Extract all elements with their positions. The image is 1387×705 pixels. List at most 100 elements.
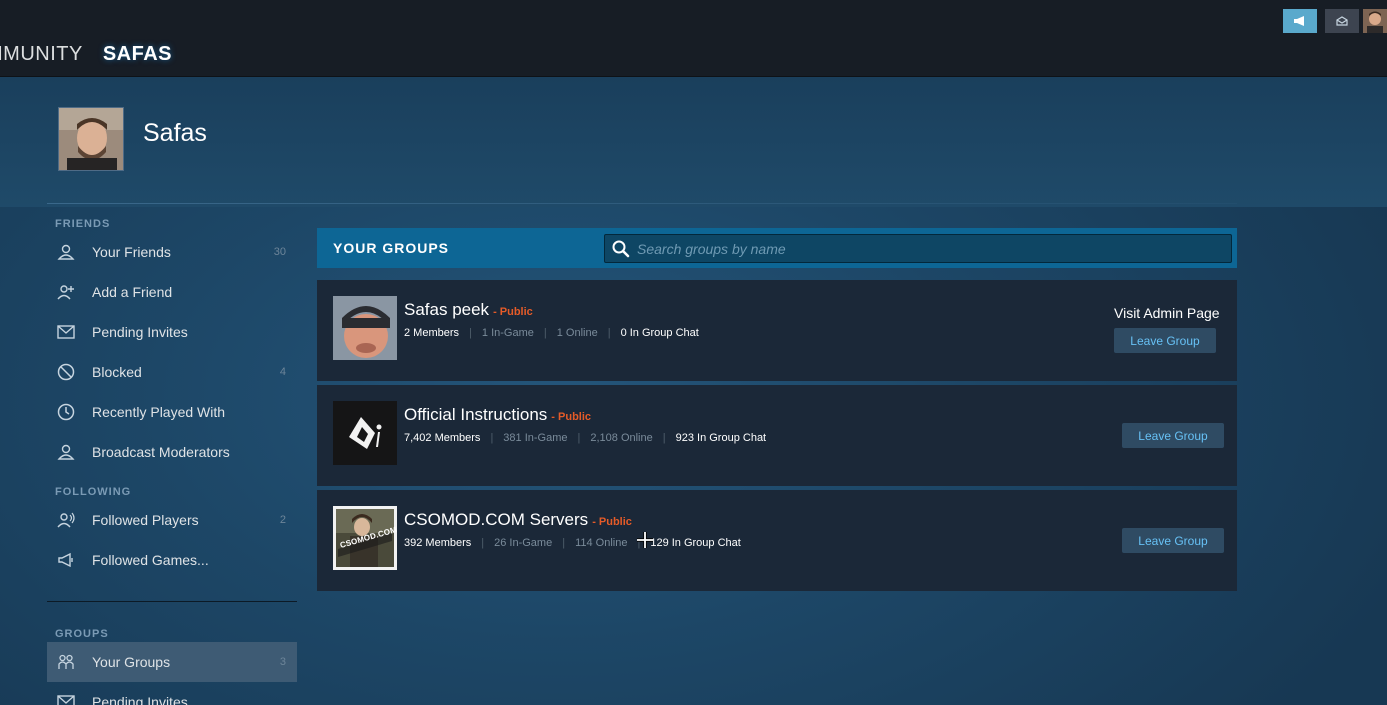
top-navigation-bar: MMUNITY SAFAS xyxy=(0,0,1387,77)
group-in-chat: 129 In Group Chat xyxy=(650,537,741,549)
group-visibility: - Public xyxy=(551,411,592,423)
group-online: 114 Online xyxy=(575,537,628,549)
stat-separator: | xyxy=(481,537,485,549)
group-in-chat: 0 In Group Chat xyxy=(620,327,699,339)
sidebar-item-label: Blocked xyxy=(92,364,142,380)
sidebar-item-followed-players[interactable]: Followed Players 2 xyxy=(47,500,297,540)
envelope-icon xyxy=(1336,16,1348,26)
sidebar-item-count: 3 xyxy=(279,656,286,668)
group-avatar[interactable] xyxy=(333,296,397,360)
stat-separator: | xyxy=(490,432,494,444)
group-in-game: 381 In-Game xyxy=(503,432,568,444)
group-name[interactable]: Safas peek xyxy=(404,300,489,320)
sidebar-item-your-friends[interactable]: Your Friends 30 xyxy=(47,232,297,272)
group-in-game: 1 In-Game xyxy=(481,327,534,339)
sidebar-heading-groups: GROUPS xyxy=(55,628,109,640)
followed-person-icon xyxy=(56,510,76,530)
sidebar-item-group-pending-invites[interactable]: Pending Invites xyxy=(47,682,297,705)
group-name-row: Safas peek - Public xyxy=(404,300,533,320)
profile-header-band xyxy=(0,77,1387,207)
announcements-button[interactable] xyxy=(1283,9,1317,33)
stat-separator: | xyxy=(469,327,472,339)
sidebar-item-label: Recently Played With xyxy=(92,404,226,420)
profile-name: Safas xyxy=(143,119,207,147)
sidebar-item-label: Add a Friend xyxy=(92,284,173,300)
search-icon xyxy=(612,240,630,257)
envelope-icon xyxy=(56,692,76,705)
leave-group-button[interactable]: Leave Group xyxy=(1122,528,1224,553)
group-search-input[interactable] xyxy=(637,240,1231,257)
main-nav: MMUNITY SAFAS xyxy=(0,41,192,67)
group-online: 2,108 Online xyxy=(590,432,653,444)
megaphone-icon xyxy=(56,550,76,570)
stat-separator: | xyxy=(607,327,611,339)
nav-community[interactable]: MMUNITY xyxy=(0,43,83,66)
group-avatar-image xyxy=(333,296,397,360)
sidebar-item-label: Pending Invites xyxy=(92,324,188,340)
profile-avatar-image xyxy=(59,108,123,170)
group-card: Official Instructions - Public 7,402 Mem… xyxy=(317,385,1237,486)
group-in-game: 26 In-Game xyxy=(494,537,553,549)
user-avatar[interactable] xyxy=(1363,9,1387,33)
group-stats: 392 Members | 26 In-Game | 114 Online | … xyxy=(404,537,741,549)
sidebar-item-add-friend[interactable]: Add a Friend xyxy=(47,272,297,312)
sidebar-item-label: Followed Games... xyxy=(92,552,209,568)
sidebar-item-blocked[interactable]: Blocked 4 xyxy=(47,352,297,392)
person-icon xyxy=(56,242,76,262)
nav-profile[interactable]: SAFAS xyxy=(103,43,172,66)
sidebar-item-count: 2 xyxy=(279,514,286,526)
sidebar-heading-friends: FRIENDS xyxy=(55,218,111,230)
sidebar-item-label: Your Groups xyxy=(92,654,171,670)
group-online: 1 Online xyxy=(556,327,598,339)
person-icon xyxy=(56,442,76,462)
group-avatar[interactable] xyxy=(333,401,397,465)
group-visibility: - Public xyxy=(493,306,533,318)
group-stats: 7,402 Members | 381 In-Game | 2,108 Onli… xyxy=(404,432,766,444)
sidebar-item-your-groups[interactable]: Your Groups 3 xyxy=(47,642,297,682)
group-avatar[interactable]: CSOMOD.COM xyxy=(333,506,397,570)
group-search-box[interactable] xyxy=(604,234,1232,263)
groups-title: YOUR GROUPS xyxy=(333,240,450,256)
sidebar-item-broadcast-moderators[interactable]: Broadcast Moderators xyxy=(47,432,297,472)
envelope-icon xyxy=(56,322,76,342)
group-name[interactable]: CSOMOD.COM Servers xyxy=(404,510,588,530)
sidebar-item-label: Broadcast Moderators xyxy=(92,444,230,460)
group-icon xyxy=(56,652,76,672)
sidebar-item-label: Your Friends xyxy=(92,244,171,260)
group-stats: 2 Members | 1 In-Game | 1 Online | 0 In … xyxy=(404,327,699,339)
sidebar-item-count: 4 xyxy=(279,366,286,378)
sidebar-divider xyxy=(47,601,297,602)
header-divider xyxy=(47,203,1237,204)
sidebar-item-pending-invites[interactable]: Pending Invites xyxy=(47,312,297,352)
stat-separator: | xyxy=(577,432,581,444)
add-person-icon xyxy=(56,282,76,302)
group-name-row: Official Instructions - Public xyxy=(404,405,591,425)
stat-separator: | xyxy=(562,537,566,549)
stat-separator: | xyxy=(662,432,666,444)
group-name-row: CSOMOD.COM Servers - Public xyxy=(404,510,632,530)
stat-separator: | xyxy=(543,327,547,339)
group-card: CSOMOD.COM CSOMOD.COM Servers - Public 3… xyxy=(317,490,1237,591)
megaphone-icon xyxy=(1294,16,1304,26)
leave-group-button[interactable]: Leave Group xyxy=(1114,328,1216,353)
group-in-chat: 923 In Group Chat xyxy=(675,432,767,444)
blocked-icon xyxy=(56,362,76,382)
groups-header: YOUR GROUPS xyxy=(317,228,1237,268)
sidebar-item-followed-games[interactable]: Followed Games... xyxy=(47,540,297,580)
notifications-button[interactable] xyxy=(1325,9,1359,33)
sidebar-heading-following: FOLLOWING xyxy=(55,486,132,498)
group-visibility: - Public xyxy=(592,516,632,528)
leave-group-button[interactable]: Leave Group xyxy=(1122,423,1224,448)
group-members: 7,402 Members xyxy=(404,432,481,444)
sidebar-item-label: Followed Players xyxy=(92,512,199,528)
move-cursor-icon xyxy=(637,532,653,548)
group-members: 392 Members xyxy=(404,537,472,549)
group-members: 2 Members xyxy=(404,327,460,339)
sidebar-item-label: Pending Invites xyxy=(92,694,188,705)
sidebar-item-recently-played[interactable]: Recently Played With xyxy=(47,392,297,432)
group-name[interactable]: Official Instructions xyxy=(404,405,547,425)
clock-icon xyxy=(56,402,76,422)
profile-avatar[interactable] xyxy=(58,107,124,171)
visit-admin-page-link[interactable]: Visit Admin Page xyxy=(1114,305,1220,321)
sidebar-item-count: 30 xyxy=(273,246,286,258)
